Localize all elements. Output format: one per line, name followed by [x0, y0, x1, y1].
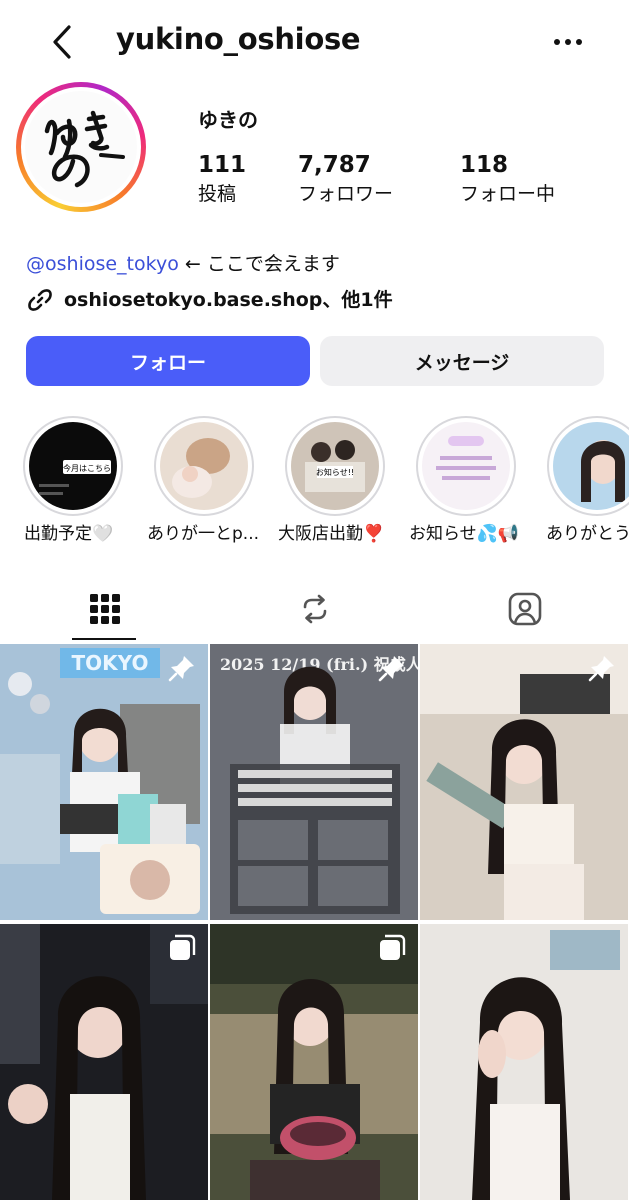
tab-grid[interactable]	[0, 578, 209, 640]
stat-label: フォロー中	[460, 183, 556, 205]
following-count[interactable]: 118 フォロー中	[460, 150, 555, 208]
carousel-icon	[380, 934, 406, 960]
highlight-cover	[553, 422, 629, 510]
post-thumbnail[interactable]: TOKYO	[0, 644, 208, 920]
follow-button[interactable]: フォロー	[26, 336, 310, 386]
stat-value: 111	[198, 152, 247, 178]
more-options-button[interactable]	[548, 22, 588, 62]
highlight-cover: 今月はこちら	[29, 422, 117, 510]
post-thumbnail[interactable]	[420, 924, 628, 1200]
highlight-label: ありがとう	[546, 524, 629, 544]
highlight-cover	[160, 422, 248, 510]
post-overlay-text: TOKYO	[72, 651, 149, 675]
post-thumbnail[interactable]	[0, 924, 208, 1200]
profile-tabs	[0, 578, 629, 642]
bio-text: ← ここで会えます	[178, 253, 340, 275]
story-highlights: 今月はこちら 出勤予定🤍 ありが一とp... お知らせ!! 大阪店出勤❣️ お知…	[0, 414, 629, 554]
pin-icon	[378, 656, 404, 682]
highlight-cover: お知らせ!!	[291, 422, 379, 510]
highlight-cover-text: お知らせ!!	[316, 467, 354, 477]
link-icon	[26, 286, 54, 314]
profile-stats: 111 投稿 7,787 フォロワー 118 フォロー中	[198, 150, 618, 210]
highlight-label: 大阪店出勤❣️	[278, 524, 385, 544]
post-image: 2025 12/19 (fri.) 祝成人~	[210, 644, 418, 920]
post-thumbnail[interactable]	[420, 644, 628, 920]
stat-label: 投稿	[198, 183, 237, 205]
stat-value: 7,787	[298, 152, 371, 178]
tab-tagged[interactable]	[420, 578, 629, 640]
pin-icon	[588, 656, 614, 682]
post-thumbnail[interactable]	[210, 924, 418, 1200]
bio: @oshiose_tokyo ← ここで会えます	[26, 250, 340, 278]
mention-link[interactable]: @oshiose_tokyo	[26, 253, 179, 275]
display-name: ゆきの	[198, 108, 258, 132]
active-tab-indicator	[72, 638, 136, 640]
followers-count[interactable]: 7,787 フォロワー	[298, 150, 393, 208]
highlight-label: お知らせ💦📢	[409, 524, 519, 544]
message-button[interactable]: メッセージ	[320, 336, 604, 386]
more-horizontal-icon	[554, 39, 582, 45]
carousel-icon	[170, 934, 196, 960]
posts-count[interactable]: 111 投稿	[198, 150, 246, 208]
avatar	[25, 91, 137, 203]
post-image	[420, 924, 628, 1200]
tab-reposts[interactable]	[210, 578, 419, 640]
back-button[interactable]	[44, 22, 80, 62]
top-bar: yukino_oshiose	[0, 0, 629, 84]
story-ring[interactable]	[16, 82, 146, 212]
external-link[interactable]: oshiosetokyo.base.shop、他1件	[26, 286, 393, 314]
post-thumbnail[interactable]: 2025 12/19 (fri.) 祝成人~	[210, 644, 418, 920]
highlight-label: ありが一とp...	[147, 524, 260, 544]
link-text: oshiosetokyo.base.shop、他1件	[64, 289, 393, 311]
grid-icon	[89, 594, 120, 624]
highlight-cover-text: 今月はこちら	[63, 463, 111, 473]
stat-label: フォロワー	[298, 183, 394, 205]
repost-icon	[303, 594, 326, 624]
post-image	[210, 924, 418, 1200]
post-image	[0, 924, 208, 1200]
highlight-cover	[422, 422, 510, 510]
posts-grid: TOKYO 2025 12/19 (fri.) 祝成人~	[0, 644, 629, 1200]
post-image: TOKYO	[0, 644, 208, 920]
post-image	[420, 644, 628, 920]
stat-value: 118	[460, 152, 509, 178]
pin-icon	[168, 656, 194, 682]
tagged-person-icon	[508, 592, 541, 626]
handwritten-avatar-icon	[44, 110, 125, 188]
chevron-left-icon	[53, 25, 71, 59]
profile-username: yukino_oshiose	[116, 22, 361, 56]
